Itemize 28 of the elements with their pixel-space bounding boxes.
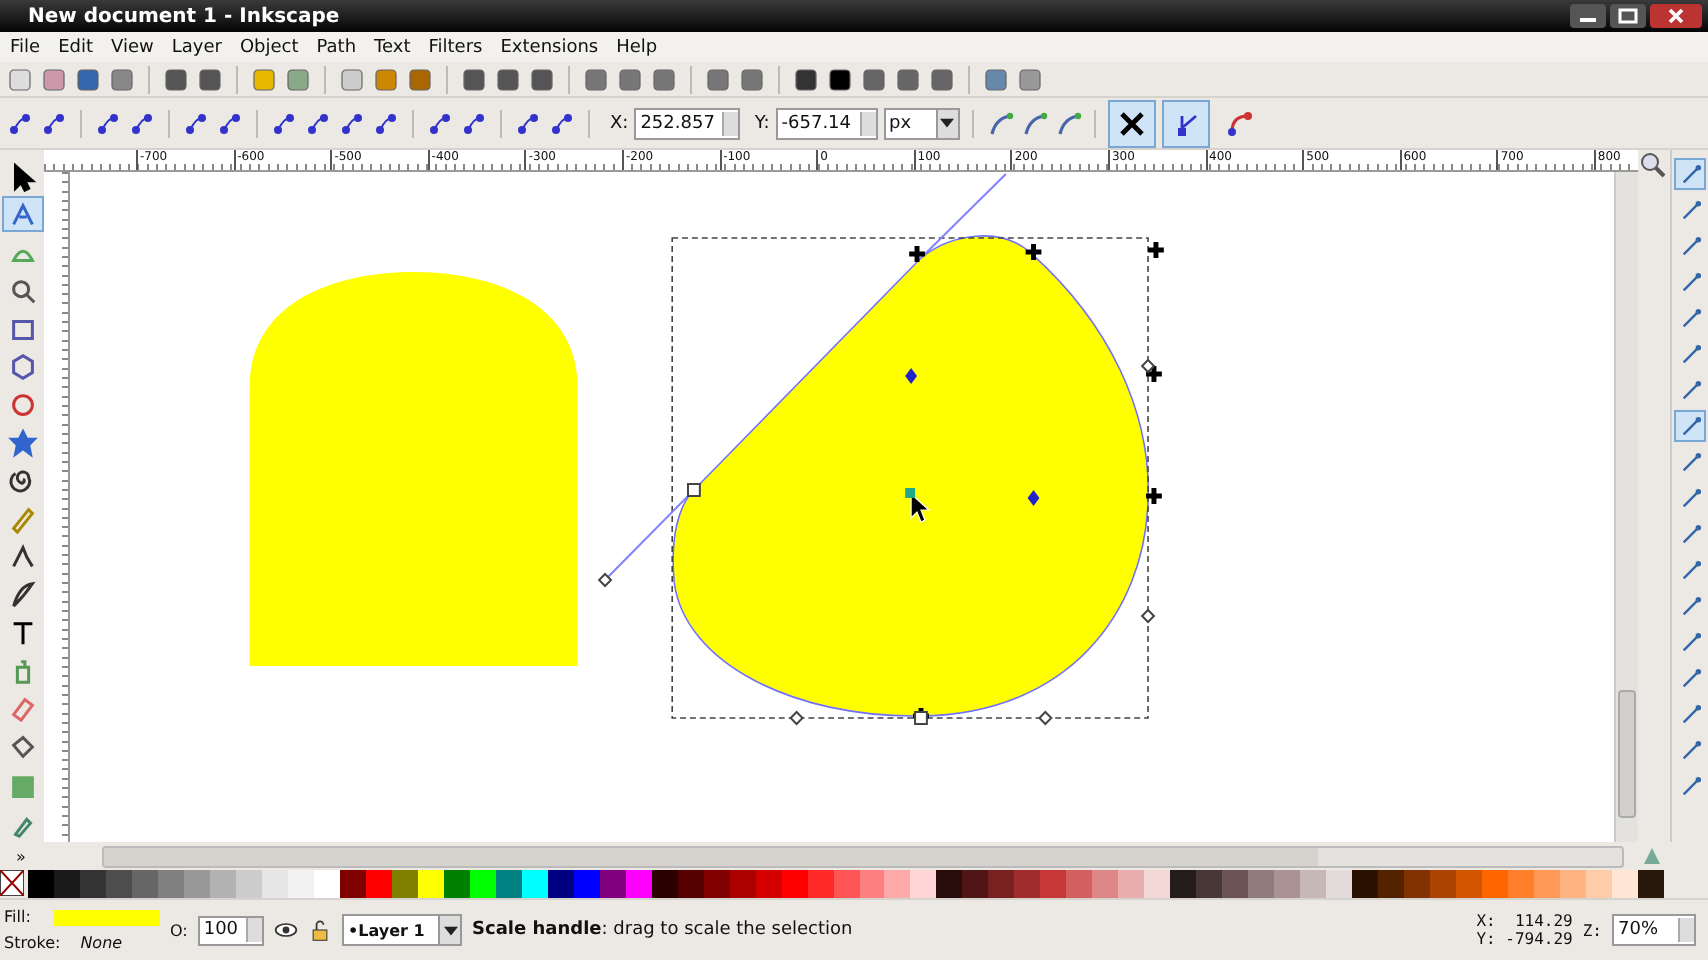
opacity-label: O: (170, 921, 188, 939)
menu-item[interactable]: Layer (171, 37, 222, 57)
stroke-value[interactable]: None (80, 934, 123, 952)
x-coordinate-field[interactable]: 252.857 (634, 107, 741, 139)
menu-item[interactable]: File (10, 37, 41, 57)
status-message: Scale handle: drag to scale the selection (472, 920, 855, 940)
zoom-field[interactable]: 70% (1612, 914, 1696, 946)
fill-label: Fill: (4, 908, 31, 926)
opacity-field[interactable]: 100 (197, 915, 265, 945)
expand-toolbar-button[interactable]: » (16, 847, 26, 865)
unit-dropdown[interactable]: px (883, 107, 960, 139)
menu-item[interactable]: Help (616, 37, 658, 57)
x-label: X: (610, 113, 629, 133)
layer-dropdown[interactable]: •Layer 1 (342, 914, 463, 946)
y-label: Y: (754, 113, 770, 133)
cursor-x-coordinate: X: 114.29 (1476, 912, 1573, 930)
menu-item[interactable]: Text (374, 37, 411, 57)
y-coordinate-field[interactable]: -657.14 (775, 107, 878, 139)
menu-item[interactable]: Path (316, 37, 357, 57)
menu-item[interactable]: Edit (58, 37, 93, 57)
cursor-y-coordinate: Y: -794.29 (1476, 930, 1573, 948)
menu-item[interactable]: Extensions (500, 37, 599, 57)
menu-item[interactable]: Filters (428, 37, 483, 57)
menu-item[interactable]: Object (239, 37, 299, 57)
stroke-label: Stroke: (4, 934, 61, 952)
zoom-label: Z: (1582, 921, 1602, 939)
window-title: New document 1 - Inkscape (28, 5, 342, 27)
menu-item[interactable]: View (111, 37, 154, 57)
